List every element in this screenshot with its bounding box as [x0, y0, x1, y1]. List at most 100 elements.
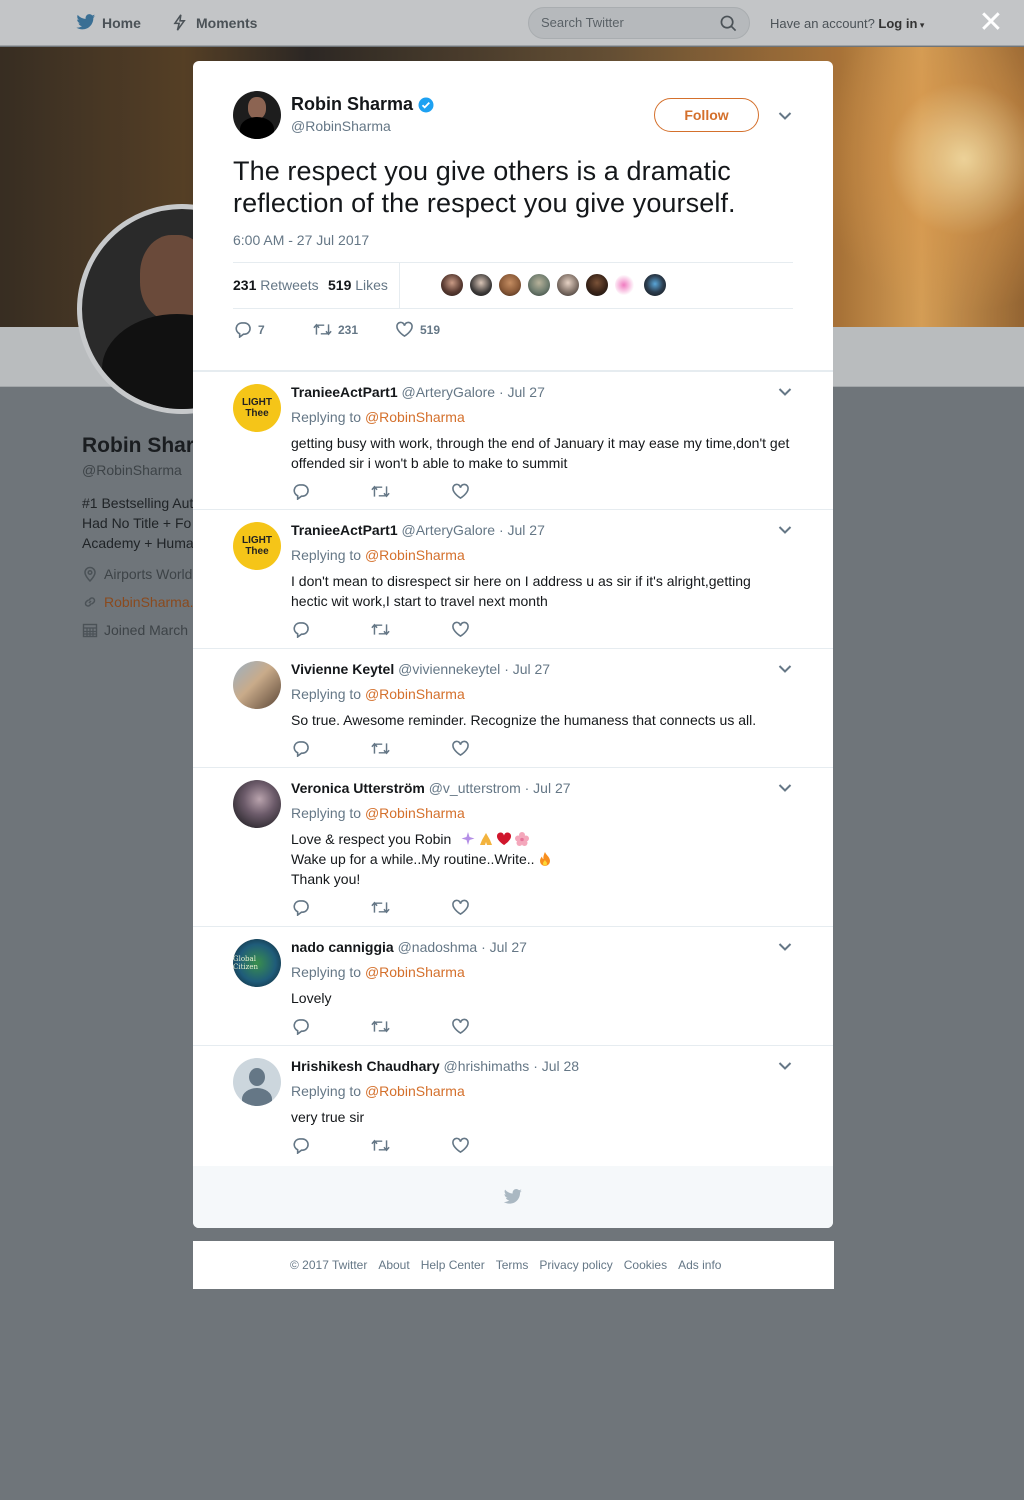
- reply-action[interactable]: 7: [233, 321, 265, 338]
- retweet-action[interactable]: [371, 1018, 391, 1036]
- like-action[interactable]: [451, 899, 471, 917]
- nav-moments[interactable]: Moments: [170, 14, 257, 31]
- author-avatar[interactable]: [233, 91, 281, 139]
- reply-author-name[interactable]: TranieeActPart1: [291, 384, 398, 400]
- liker-avatar[interactable]: [585, 273, 609, 297]
- reply-date[interactable]: · Jul 27: [499, 522, 545, 538]
- liker-avatar[interactable]: [498, 273, 522, 297]
- reply-date[interactable]: · Jul 27: [504, 661, 550, 677]
- reply-author-handle[interactable]: @ArteryGalore: [402, 384, 496, 400]
- reply-date[interactable]: · Jul 27: [481, 939, 527, 955]
- replying-to-link[interactable]: @RobinSharma: [365, 805, 465, 821]
- chevron-down-icon[interactable]: [778, 1061, 792, 1071]
- avatar-head: [249, 1068, 265, 1086]
- retweet-action[interactable]: [371, 1137, 391, 1155]
- liker-avatar[interactable]: [469, 273, 493, 297]
- reply-author-handle[interactable]: @v_utterstrom: [429, 780, 521, 796]
- reply-action[interactable]: [291, 621, 311, 639]
- tweet-timestamp[interactable]: 6:00 AM - 27 Jul 2017: [233, 232, 369, 248]
- replying-to-link[interactable]: @RobinSharma: [365, 1083, 465, 1099]
- liker-avatar[interactable]: [643, 273, 667, 297]
- reply-author-handle[interactable]: @ArteryGalore: [402, 522, 496, 538]
- like-action[interactable]: [451, 1018, 471, 1036]
- retweet-icon: [371, 901, 390, 914]
- reply-tweet[interactable]: LIGHT Thee TranieeActPart1 @ArteryGalore…: [193, 510, 833, 649]
- like-action[interactable]: [451, 1137, 471, 1155]
- like-action[interactable]: [451, 621, 471, 639]
- account-prompt: Have an account? Log in ▾: [770, 16, 924, 31]
- retweet-action[interactable]: [371, 740, 391, 758]
- reply-tweet[interactable]: Global Citizen nado canniggia @nadoshma …: [193, 927, 833, 1046]
- footer-link-cookies[interactable]: Cookies: [624, 1258, 667, 1272]
- reply-author-name[interactable]: Veronica Utterström: [291, 780, 425, 796]
- reply-action[interactable]: [291, 483, 311, 501]
- footer-link-ads[interactable]: Ads info: [678, 1258, 721, 1272]
- reply-tweet[interactable]: Vivienne Keytel @viviennekeytel · Jul 27…: [193, 649, 833, 768]
- reply-avatar[interactable]: [233, 780, 281, 828]
- like-action[interactable]: [451, 483, 471, 501]
- search-box[interactable]: [528, 7, 750, 39]
- replying-to-link[interactable]: @RobinSharma: [365, 964, 465, 980]
- chevron-down-icon[interactable]: [778, 111, 792, 121]
- liker-avatar[interactable]: [527, 273, 551, 297]
- close-icon[interactable]: ✕: [978, 8, 1004, 38]
- chevron-down-icon[interactable]: [778, 387, 792, 397]
- reply-avatar[interactable]: Global Citizen: [233, 939, 281, 987]
- like-action[interactable]: 519: [395, 321, 440, 338]
- reply-date[interactable]: · Jul 27: [499, 384, 545, 400]
- footer-link-help[interactable]: Help Center: [421, 1258, 485, 1272]
- default-avatar-icon[interactable]: [233, 1058, 281, 1106]
- replying-to-link[interactable]: @RobinSharma: [365, 409, 465, 425]
- reply-author-handle[interactable]: @nadoshma: [398, 939, 478, 955]
- search-input[interactable]: [541, 15, 711, 30]
- reply-action[interactable]: [291, 1018, 311, 1036]
- search-icon[interactable]: [720, 15, 737, 32]
- reply-tweet[interactable]: Veronica Utterström @v_utterstrom · Jul …: [193, 768, 833, 927]
- reply-line: Wake up for a while..My routine..Write..: [291, 849, 791, 869]
- author-name[interactable]: Robin Sharma: [291, 94, 434, 115]
- reply-author-name[interactable]: Vivienne Keytel: [291, 661, 394, 677]
- reply-author-handle[interactable]: @hrishimaths: [444, 1058, 530, 1074]
- retweet-action[interactable]: 231: [313, 321, 358, 338]
- reply-avatar[interactable]: LIGHT Thee: [233, 522, 281, 570]
- reply-tweet[interactable]: Hrishikesh Chaudhary @hrishimaths · Jul …: [193, 1046, 833, 1166]
- footer-link-privacy[interactable]: Privacy policy: [539, 1258, 612, 1272]
- replying-to-link[interactable]: @RobinSharma: [365, 686, 465, 702]
- reply-author-name[interactable]: Hrishikesh Chaudhary: [291, 1058, 440, 1074]
- reply-author-handle[interactable]: @viviennekeytel: [398, 661, 500, 677]
- liker-avatar[interactable]: [614, 273, 638, 297]
- author-handle[interactable]: @RobinSharma: [291, 118, 391, 134]
- replying-to-link[interactable]: @RobinSharma: [365, 547, 465, 563]
- liker-avatar[interactable]: [556, 273, 580, 297]
- retweet-action[interactable]: [371, 483, 391, 501]
- reply-action[interactable]: [291, 740, 311, 758]
- reply-avatar[interactable]: [233, 661, 281, 709]
- login-link[interactable]: Log in: [878, 16, 917, 31]
- likes-stat[interactable]: 519 Likes: [328, 277, 388, 293]
- chevron-down-icon[interactable]: [778, 783, 792, 793]
- author-name-text[interactable]: Robin Sharma: [291, 94, 413, 115]
- reply-tweet[interactable]: LIGHT Thee TranieeActPart1 @ArteryGalore…: [193, 371, 833, 510]
- reply-action[interactable]: [291, 1137, 311, 1155]
- chevron-down-icon[interactable]: [778, 525, 792, 535]
- footer-link-about[interactable]: About: [378, 1258, 409, 1272]
- reply-date[interactable]: · Jul 28: [533, 1058, 579, 1074]
- reply-author-name[interactable]: nado canniggia: [291, 939, 394, 955]
- footer-link-terms[interactable]: Terms: [496, 1258, 529, 1272]
- reply-action[interactable]: [291, 899, 311, 917]
- retweet-action[interactable]: [371, 621, 391, 639]
- liker-avatar[interactable]: [440, 273, 464, 297]
- retweets-stat[interactable]: 231 Retweets: [233, 277, 319, 293]
- retweet-action[interactable]: [371, 899, 391, 917]
- chevron-down-icon[interactable]: [778, 942, 792, 952]
- follow-button[interactable]: Follow: [654, 98, 759, 132]
- nav-home[interactable]: Home: [76, 14, 141, 31]
- reply-date[interactable]: · Jul 27: [525, 780, 571, 796]
- chevron-down-icon[interactable]: [778, 664, 792, 674]
- profile-website-link[interactable]: RobinSharma.: [104, 594, 194, 610]
- retweet-icon: [371, 742, 390, 755]
- profile-website[interactable]: RobinSharma.: [82, 594, 197, 610]
- reply-author-name[interactable]: TranieeActPart1: [291, 522, 398, 538]
- like-action[interactable]: [451, 740, 471, 758]
- reply-avatar[interactable]: LIGHT Thee: [233, 384, 281, 432]
